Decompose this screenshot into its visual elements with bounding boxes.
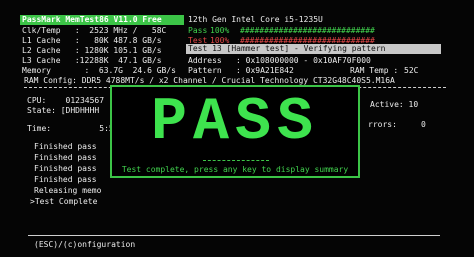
dialog-message: Test complete, press any key to display …: [121, 165, 349, 174]
progress-label: Pass: [188, 26, 208, 35]
elapsed-time: Time: 5:53:: [27, 124, 124, 133]
progress-bar: ############################: [240, 26, 375, 35]
log-line: >Test Complete: [30, 197, 98, 206]
system-value: :12288K 47.1 GB/s: [70, 56, 162, 65]
pattern-label: Pattern: [188, 66, 222, 75]
system-value: : 1280K 105.1 GB/s: [70, 46, 162, 55]
pass-result: PASS: [150, 89, 320, 157]
address-value: : 0x108000000 - 0x10AF70F000: [236, 56, 371, 65]
pattern-value: : 0x9A21E842: [236, 66, 294, 75]
log-line: Finished pass: [34, 142, 97, 151]
configuration-hint[interactable]: (ESC)/(c)onfiguration: [34, 240, 135, 250]
system-value: : 63.7G 24.6 GB/s: [70, 66, 176, 75]
system-value: : 80K 487.8 GB/s: [70, 36, 162, 45]
dialog-divider: [203, 160, 269, 161]
address-label: Address: [188, 56, 222, 65]
system-label: L1 Cache: [22, 36, 61, 45]
system-label: Clk/Temp: [22, 26, 61, 35]
ram-temp-value: 52C: [404, 66, 419, 75]
system-label: L2 Cache: [22, 46, 61, 55]
cpu-name: 12th Gen Intel Core i5-1235U: [188, 15, 323, 24]
progress-percent: 100%: [210, 26, 230, 35]
log-line: Finished pass: [34, 175, 97, 184]
footer-divider: [28, 235, 440, 236]
error-count: rrors: 0: [368, 120, 426, 129]
system-label: Memory: [22, 66, 51, 75]
system-value: : 2523 MHz / 58C: [70, 26, 167, 35]
current-test-status: Test 13 [Hammer test] - Verifying patter…: [186, 44, 441, 54]
log-line: Releasing memo: [34, 186, 102, 195]
active-cpus: Active: 10: [370, 100, 419, 109]
log-line: Finished pass: [34, 153, 97, 162]
log-line: Finished pass: [34, 164, 97, 173]
cpu-map: CPU: 01234567: [27, 96, 105, 105]
ram-temp-label: RAM Temp :: [350, 66, 399, 75]
app-title: PassMark MemTest86 V11.0 Free: [20, 15, 184, 25]
system-label: L3 Cache: [22, 56, 61, 65]
pass-dialog[interactable]: PASS Test complete, press any key to dis…: [110, 85, 360, 178]
cpu-state: State: [DHDHHHH: [27, 106, 100, 115]
